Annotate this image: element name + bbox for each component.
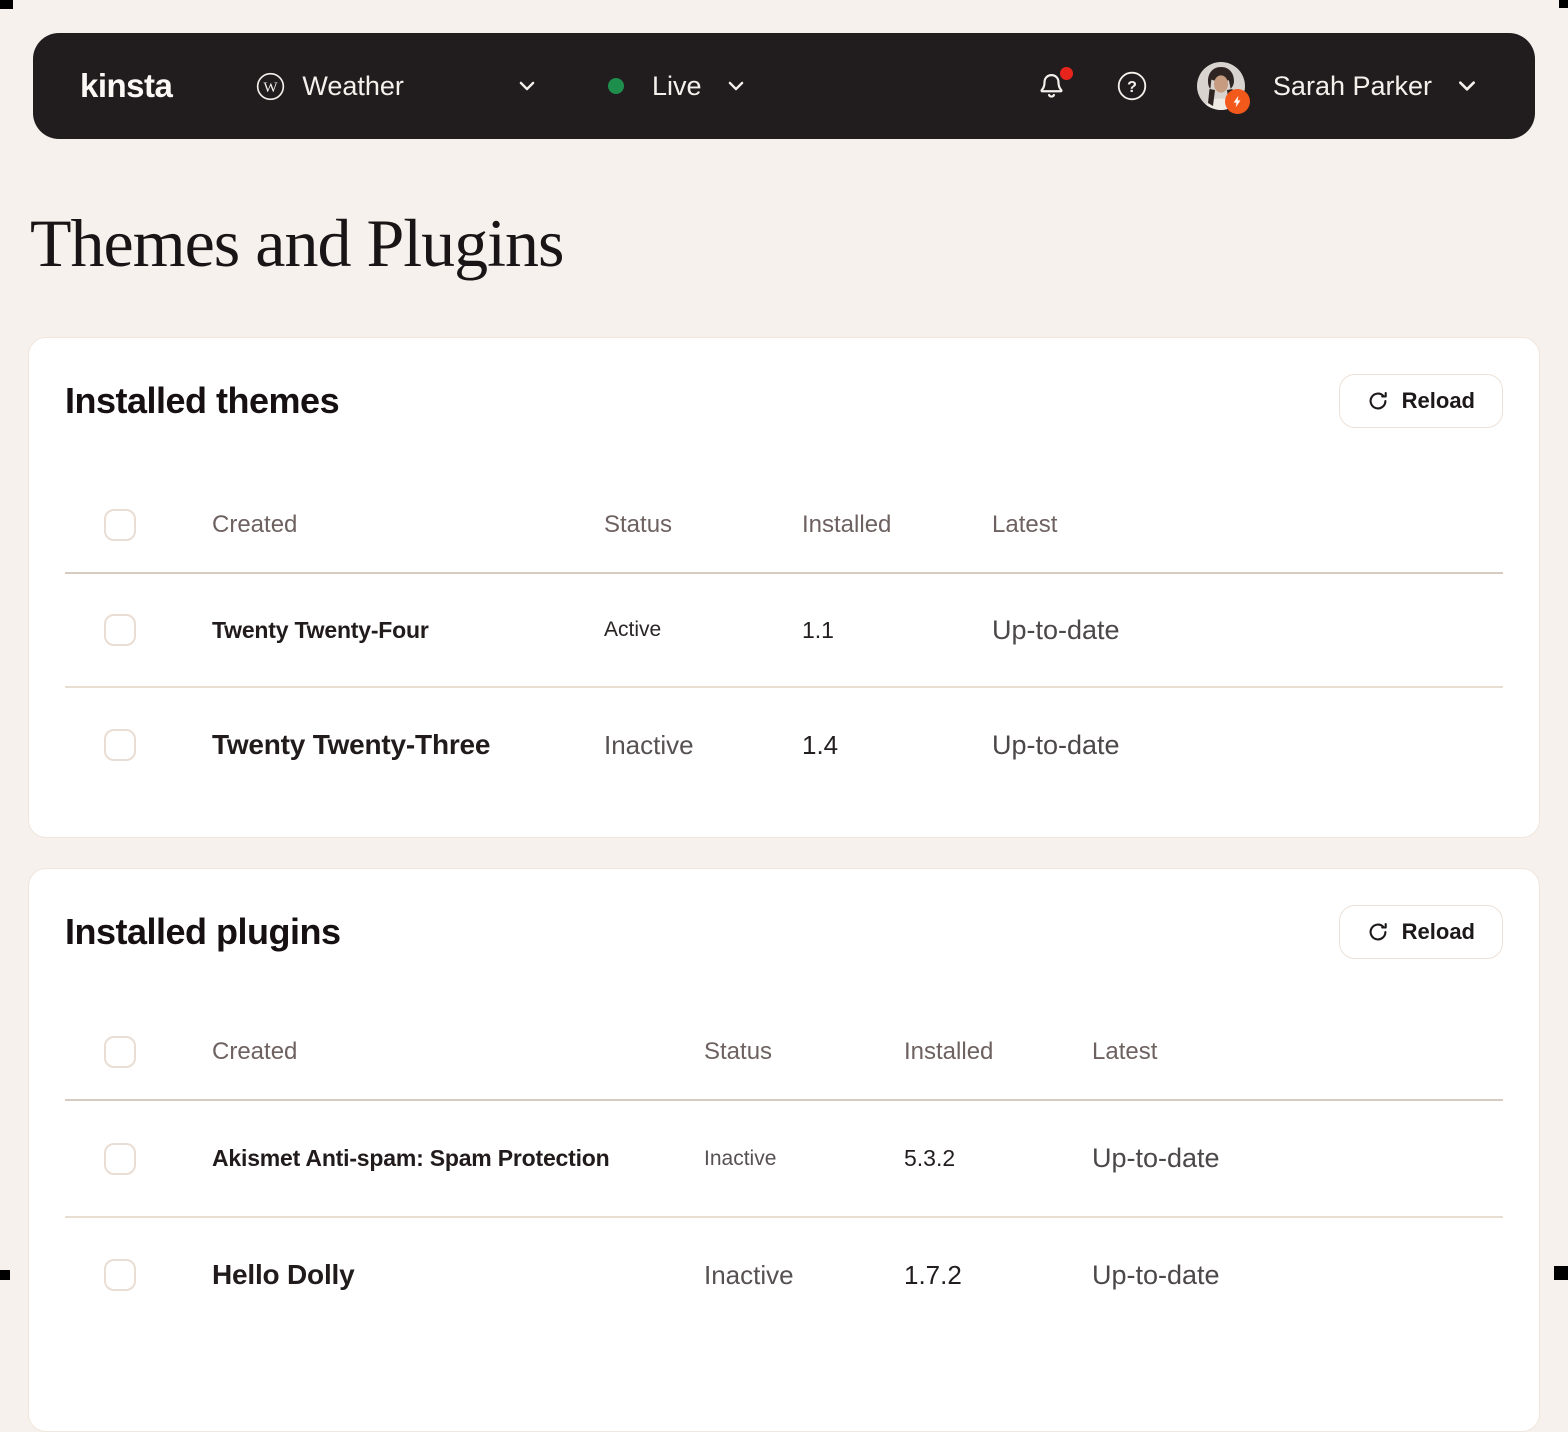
column-header-installed: Installed [802,511,992,539]
theme-latest: Up-to-date [992,615,1503,646]
row-select-checkbox[interactable] [104,1259,136,1291]
crop-mark [0,0,13,9]
plugin-latest: Up-to-date [1092,1143,1503,1174]
plugin-installed: 5.3.2 [904,1145,1092,1172]
installed-plugins-card: Installed plugins Reload Created Status … [28,868,1540,1432]
chevron-down-icon[interactable] [1455,74,1479,98]
column-header-created: Created [212,511,604,539]
column-header-installed: Installed [904,1038,1092,1066]
themes-reload-button[interactable]: Reload [1339,374,1503,428]
row-select-checkbox[interactable] [104,614,136,646]
column-header-created: Created [212,1038,704,1066]
table-row: Twenty Twenty-Four Active 1.1 Up-to-date [65,574,1503,688]
plugin-latest: Up-to-date [1092,1260,1503,1291]
plugins-reload-button[interactable]: Reload [1339,905,1503,959]
notifications-button[interactable] [1036,71,1067,102]
plugin-installed: 1.7.2 [904,1260,1092,1291]
main-content: Themes and Plugins Installed themes Relo… [28,139,1540,1432]
theme-status: Active [604,618,802,642]
wordpress-icon: W [256,72,285,101]
help-button[interactable]: ? [1117,71,1147,101]
reload-label: Reload [1402,919,1475,945]
page-title: Themes and Plugins [30,203,1540,283]
navbar-right-group: ? Sarah Parker [1036,62,1479,110]
row-select-checkbox[interactable] [104,729,136,761]
table-row: Hello Dolly Inactive 1.7.2 Up-to-date [65,1218,1503,1332]
installed-themes-card: Installed themes Reload Created Status I… [28,337,1540,838]
row-select-checkbox[interactable] [104,1143,136,1175]
theme-installed: 1.1 [802,617,992,644]
plugin-name: Hello Dolly [212,1259,704,1291]
crop-mark [1559,0,1568,8]
theme-name: Twenty Twenty-Three [212,729,604,761]
select-all-checkbox[interactable] [104,1036,136,1068]
theme-installed: 1.4 [802,730,992,761]
notification-badge [1060,67,1073,80]
chevron-down-icon [516,75,538,97]
plugin-status: Inactive [704,1147,904,1171]
reload-label: Reload [1402,388,1475,414]
chevron-down-icon [725,75,747,97]
refresh-icon [1367,390,1389,412]
column-header-status: Status [704,1038,904,1066]
help-icon: ? [1117,71,1147,101]
theme-latest: Up-to-date [992,730,1503,761]
theme-name: Twenty Twenty-Four [212,617,604,644]
lightning-badge-icon [1225,89,1250,114]
site-name-label: Weather [302,71,404,102]
table-row: Akismet Anti-spam: Spam Protection Inact… [65,1101,1503,1218]
refresh-icon [1367,921,1389,943]
column-header-latest: Latest [992,511,1503,539]
environment-switcher-dropdown[interactable]: Live [608,71,748,102]
column-header-latest: Latest [1092,1038,1503,1066]
themes-table-header: Created Status Installed Latest [65,478,1503,574]
plugins-table-header: Created Status Installed Latest [65,1005,1503,1101]
plugin-name: Akismet Anti-spam: Spam Protection [212,1145,704,1172]
column-header-status: Status [604,511,802,539]
live-status-dot [608,78,624,94]
user-name-label: Sarah Parker [1273,71,1432,102]
plugin-status: Inactive [704,1260,904,1291]
user-avatar[interactable] [1197,62,1245,110]
theme-status: Inactive [604,730,802,761]
table-row: Twenty Twenty-Three Inactive 1.4 Up-to-d… [65,688,1503,802]
environment-label: Live [652,71,702,102]
svg-text:W: W [264,79,279,95]
kinsta-logo[interactable]: kinsta [80,67,172,105]
crop-mark [0,1270,10,1280]
plugins-card-title: Installed plugins [65,911,341,953]
crop-mark [1554,1266,1568,1280]
themes-card-title: Installed themes [65,380,339,422]
site-switcher-dropdown[interactable]: W Weather [256,71,538,102]
select-all-checkbox[interactable] [104,509,136,541]
svg-text:?: ? [1127,78,1137,96]
top-navbar: kinsta W Weather Live [33,33,1535,139]
